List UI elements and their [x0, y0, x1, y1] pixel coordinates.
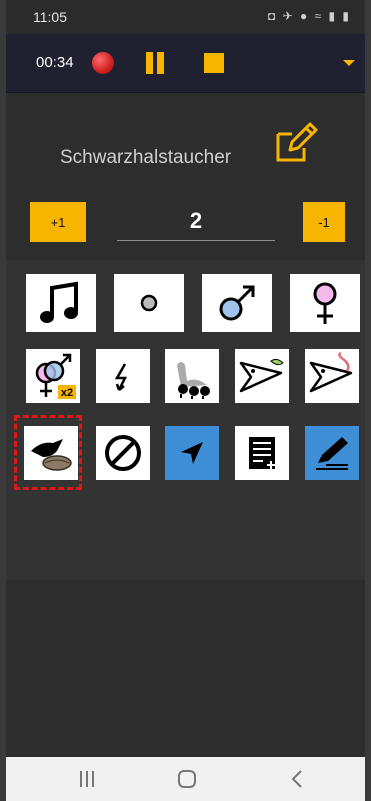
species-name: Schwarzhalstaucher	[60, 147, 232, 168]
notes-icon[interactable]	[235, 426, 289, 480]
flight-icon[interactable]	[96, 349, 150, 403]
status-time: 11:05	[33, 9, 67, 25]
pause-bar-right	[157, 52, 164, 74]
edit-entry-icon[interactable]	[305, 426, 359, 480]
system-nav-bar	[6, 757, 365, 801]
increment-button[interactable]: +1	[30, 202, 86, 242]
pause-button[interactable]	[144, 52, 166, 74]
recording-toolbar: 00:34	[6, 34, 365, 93]
back-icon[interactable]	[289, 769, 305, 794]
status-icons: ◘ ✈ ● ≈ ▮ ▮	[267, 9, 351, 23]
pair-x2-badge: x2	[61, 387, 73, 399]
song-icon[interactable]	[26, 274, 96, 332]
female-icon[interactable]	[290, 274, 360, 332]
call-icon[interactable]	[114, 274, 184, 332]
decrement-button[interactable]: -1	[303, 202, 345, 242]
nesting-highlight	[14, 415, 82, 490]
stop-button[interactable]	[204, 53, 224, 73]
dropdown-arrow-icon[interactable]	[343, 60, 355, 66]
no-icon[interactable]	[96, 426, 150, 480]
status-bar: 11:05 ◘ ✈ ● ≈ ▮ ▮	[6, 0, 365, 34]
elapsed-time: 00:34	[36, 54, 74, 71]
count-value: 2	[189, 208, 203, 233]
pair-x2-icon[interactable]: x2	[26, 349, 80, 403]
location-arrow-icon[interactable]	[165, 426, 219, 480]
record-button[interactable]	[92, 52, 114, 74]
count-underline	[117, 240, 275, 241]
recent-apps-icon[interactable]	[78, 769, 96, 794]
home-icon[interactable]	[177, 769, 197, 794]
edit-species-icon[interactable]	[270, 118, 318, 166]
fish-prey-icon[interactable]	[235, 349, 289, 403]
worm-prey-icon[interactable]	[305, 349, 359, 403]
pause-bar-left	[146, 52, 153, 74]
family-icon[interactable]	[165, 349, 219, 403]
male-icon[interactable]	[202, 274, 272, 332]
